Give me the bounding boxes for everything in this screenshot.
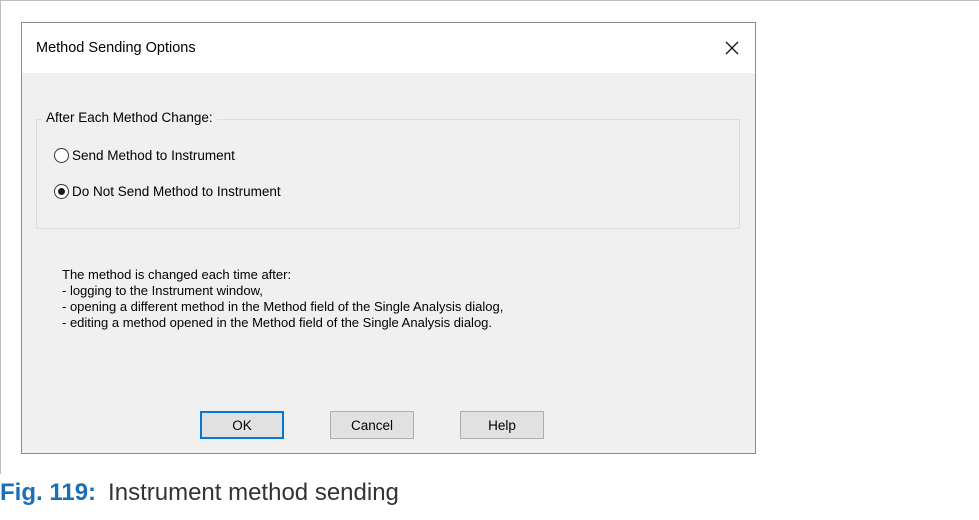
figure-caption-text: Instrument method sending [108, 479, 399, 506]
cancel-button[interactable]: Cancel [330, 411, 414, 439]
radio-label-do-not-send-method: Do Not Send Method to Instrument [72, 184, 281, 199]
method-change-groupbox [36, 119, 740, 229]
groupbox-legend: After Each Method Change: [42, 110, 217, 125]
close-button[interactable] [709, 23, 755, 73]
help-button[interactable]: Help [460, 411, 544, 439]
figure-caption: Fig. 119: Instrument method sending [0, 479, 399, 507]
info-line-1: The method is changed each time after: [62, 267, 292, 282]
close-icon [725, 41, 739, 55]
info-line-4: - editing a method opened in the Method … [62, 315, 493, 330]
title-bar: Method Sending Options [22, 23, 755, 73]
radio-button-checked[interactable] [54, 184, 69, 199]
figure-label: Fig. 119: [0, 479, 97, 506]
method-sending-options-dialog: Method Sending Options After Each Method… [21, 22, 756, 454]
radio-button-unchecked[interactable] [54, 148, 69, 163]
ok-button[interactable]: OK [200, 411, 284, 439]
radio-label-send-method: Send Method to Instrument [72, 148, 235, 163]
radio-selected-dot [58, 188, 65, 195]
radio-do-not-send-method[interactable]: Do Not Send Method to Instrument [54, 184, 281, 199]
info-line-3: - opening a different method in the Meth… [62, 299, 504, 314]
radio-send-method[interactable]: Send Method to Instrument [54, 148, 235, 163]
dialog-title: Method Sending Options [36, 40, 196, 56]
info-line-2: - logging to the Instrument window, [62, 283, 263, 298]
